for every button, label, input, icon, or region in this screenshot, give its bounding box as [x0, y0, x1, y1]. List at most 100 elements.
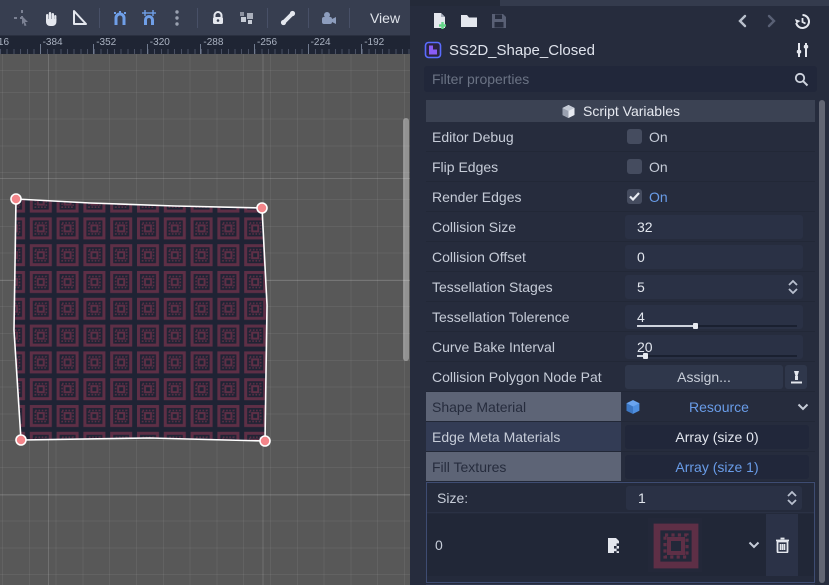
ruler-label: -416 [0, 37, 9, 48]
vertex-handle[interactable] [16, 435, 26, 445]
inspector-vertical-scrollbar[interactable] [819, 100, 825, 583]
new-resource-icon [431, 12, 448, 30]
collision-offset-field[interactable]: 0 [625, 245, 803, 269]
tools-icon [795, 42, 810, 58]
slider-track[interactable] [637, 355, 797, 357]
object-tools-button[interactable] [787, 37, 817, 63]
section-script-variables[interactable]: Script Variables [426, 100, 815, 122]
viewport-vertical-scrollbar[interactable] [403, 118, 409, 361]
node-type-icon [424, 41, 442, 59]
save-icon [491, 13, 507, 29]
pan-tool-icon [42, 9, 60, 27]
history-icon [794, 13, 811, 30]
vertex-handle[interactable] [260, 436, 270, 446]
ruler-tool-icon [70, 9, 88, 27]
fill-textures-array-button[interactable]: Array (size 1) [625, 455, 809, 479]
array-item-row: 0 [427, 514, 814, 576]
section-title: Script Variables [583, 103, 680, 119]
select-tool-button[interactable] [10, 5, 34, 31]
smart-snap-icon [111, 9, 129, 27]
property-row-editor-debug: Editor Debug On [426, 122, 815, 152]
smart-snap-button[interactable] [108, 5, 132, 31]
ruler-label: -352 [96, 37, 116, 48]
load-resource-button[interactable] [454, 8, 484, 34]
collision-size-field[interactable]: 32 [625, 215, 803, 239]
editor-debug-checkbox[interactable] [627, 129, 642, 144]
ruler-label: -384 [43, 37, 63, 48]
property-row-collision-size: Collision Size 32 [426, 212, 815, 242]
pick-node-button[interactable] [785, 365, 807, 389]
camera-override-button[interactable] [317, 5, 341, 31]
edit-resource-icon[interactable] [605, 537, 622, 554]
inspector-toolbar [424, 8, 817, 34]
filter-placeholder: Filter properties [432, 71, 794, 87]
spinner-icon[interactable] [786, 489, 798, 507]
chevron-right-icon [766, 14, 778, 28]
edit-history-button[interactable] [787, 8, 817, 34]
save-resource-button[interactable] [484, 8, 514, 34]
chevron-down-icon[interactable] [748, 541, 760, 549]
texture-preview[interactable] [648, 518, 702, 572]
property-row-collision-polygon-node-path: Collision Polygon Node Pat Assign... [426, 362, 815, 392]
bone-button[interactable] [276, 5, 300, 31]
search-icon [794, 72, 809, 87]
toolbar-separator [267, 8, 268, 28]
ruler-label: -192 [364, 37, 384, 48]
view-menu-button[interactable]: View [360, 10, 410, 26]
flip-edges-checkbox[interactable] [627, 159, 642, 174]
group-button[interactable] [234, 5, 258, 31]
camera-override-icon [320, 9, 338, 27]
vertex-handle[interactable] [257, 203, 267, 213]
viewport-pane: View -416-384-352-320-288-256-224-192 [0, 0, 410, 585]
property-row-tessellation-stages: Tessellation Stages 5 [426, 272, 815, 302]
ruler-label: -320 [150, 37, 170, 48]
tessellation-stages-spinbox[interactable]: 5 [625, 275, 803, 299]
property-row-tessellation-tolerence: Tessellation Tolerence 4 [426, 302, 815, 332]
trash-icon [775, 537, 790, 553]
delete-item-button[interactable] [766, 514, 798, 576]
slider-grabber[interactable] [693, 323, 698, 329]
snap-options-icon [174, 9, 180, 27]
edge-meta-materials-array-button[interactable]: Array (size 0) [625, 425, 809, 449]
property-row-shape-material: Shape Material Resource [426, 392, 815, 422]
property-row-collision-offset: Collision Offset 0 [426, 242, 815, 272]
chevron-left-icon [736, 14, 748, 28]
tessellation-tolerence-slider[interactable]: 4 [625, 305, 803, 329]
history-back-button[interactable] [727, 8, 757, 34]
inspector-dock: SS2D_Shape_Closed Filter properties [410, 0, 829, 585]
lock-icon [210, 10, 226, 26]
array-size-spinbox[interactable]: 1 [626, 486, 802, 510]
godot-editor: View -416-384-352-320-288-256-224-192 [0, 0, 829, 585]
history-forward-button[interactable] [757, 8, 787, 34]
shape-material-resource[interactable]: Resource [625, 399, 809, 415]
curve-bake-interval-slider[interactable]: 20 [625, 335, 803, 359]
grid-snap-icon [140, 9, 158, 27]
spinner-icon[interactable] [787, 278, 799, 296]
ruler-tick [308, 44, 309, 54]
lock-button[interactable] [206, 5, 230, 31]
chevron-down-icon[interactable] [797, 403, 809, 411]
assign-nodepath-button[interactable]: Assign... [625, 365, 783, 389]
group-icon [238, 9, 256, 27]
folder-icon [460, 13, 478, 29]
vertex-handle[interactable] [11, 194, 21, 204]
filter-properties-box[interactable]: Filter properties [424, 66, 817, 92]
canvas-2d[interactable] [0, 54, 410, 585]
grid-snap-button[interactable] [136, 5, 160, 31]
inspector-tabstrip [410, 0, 829, 6]
slider-track[interactable] [637, 325, 797, 327]
select-tool-icon [13, 9, 31, 27]
new-resource-button[interactable] [424, 8, 454, 34]
ruler-tool-button[interactable] [67, 5, 91, 31]
toolbar-separator [99, 8, 100, 28]
pan-tool-button[interactable] [38, 5, 62, 31]
property-row-flip-edges: Flip Edges On [426, 152, 815, 182]
render-edges-checkbox[interactable] [627, 189, 642, 204]
canvas-toolbar: View [0, 0, 410, 36]
ruler-tick [40, 44, 41, 54]
slider-grabber[interactable] [643, 353, 648, 359]
inspector-properties: Script Variables Editor Debug On Flip Ed… [424, 96, 817, 585]
snap-options-button[interactable] [165, 5, 189, 31]
ruler-tick [361, 44, 362, 54]
shape-polygon[interactable] [14, 199, 267, 441]
